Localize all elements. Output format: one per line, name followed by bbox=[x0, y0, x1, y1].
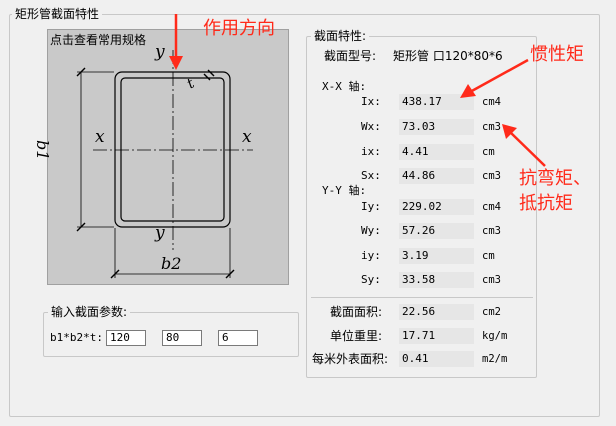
dimension-label-b2: b2 bbox=[161, 254, 182, 273]
input-params-label: b1*b2*t: bbox=[50, 331, 103, 344]
yy-axis-header: Y-Y 轴: bbox=[322, 184, 367, 197]
sx-value: 44.86 bbox=[399, 168, 474, 184]
area-label: 截面面积: bbox=[330, 305, 383, 319]
weight-label: 单位重里: bbox=[330, 329, 383, 343]
iy-unit: cm4 bbox=[482, 201, 501, 213]
sx-label: Sx: bbox=[361, 169, 381, 182]
annotation-direction: 作用方向 bbox=[203, 18, 275, 39]
sy-unit: cm3 bbox=[482, 274, 501, 286]
axis-label-x-left: x bbox=[95, 127, 105, 147]
annotation-bending-arrow bbox=[502, 124, 546, 167]
radius-x-unit: cm bbox=[482, 146, 495, 158]
tube-outer-outline bbox=[114, 71, 231, 228]
radius-x-label: ix: bbox=[361, 145, 381, 158]
wx-label: Wx: bbox=[361, 120, 381, 133]
weight-value: 17.71 bbox=[399, 328, 474, 344]
radius-y-unit: cm bbox=[482, 250, 495, 262]
annotation-bending-2: 抵抗矩 bbox=[519, 193, 573, 214]
xx-axis-header: X-X 轴: bbox=[322, 80, 367, 93]
wx-value: 73.03 bbox=[399, 119, 474, 135]
axis-label-y-top: y bbox=[155, 42, 165, 62]
properties-group-title: 截面特性: bbox=[311, 29, 370, 43]
iy-label: Iy: bbox=[361, 200, 381, 213]
wx-unit: cm3 bbox=[482, 121, 501, 133]
wy-value: 57.26 bbox=[399, 223, 474, 239]
b1-input[interactable]: 120 bbox=[106, 330, 146, 346]
ix-label: Ix: bbox=[361, 95, 381, 108]
iy-value: 229.02 bbox=[399, 199, 474, 215]
surface-area-unit: m2/m bbox=[482, 353, 508, 365]
t-input[interactable]: 6 bbox=[218, 330, 258, 346]
tube-inner-outline bbox=[120, 77, 225, 222]
b2-input[interactable]: 80 bbox=[162, 330, 202, 346]
wy-label: Wy: bbox=[361, 224, 381, 237]
surface-area-value: 0.41 bbox=[399, 351, 474, 367]
weight-unit: kg/m bbox=[482, 330, 508, 342]
annotation-direction-arrow bbox=[169, 14, 183, 70]
dimension-label-b1: b1 bbox=[33, 140, 52, 161]
radius-y-value: 3.19 bbox=[399, 248, 474, 264]
axis-label-x-right: x bbox=[242, 127, 252, 147]
annotation-inertia-arrow bbox=[460, 58, 529, 98]
properties-divider bbox=[311, 297, 533, 298]
axis-label-y-bottom: y bbox=[155, 223, 165, 243]
section-type-label: 截面型号: bbox=[324, 49, 377, 63]
section-properties-group-title: 矩形管截面特性 bbox=[12, 7, 103, 21]
sy-value: 33.58 bbox=[399, 272, 474, 288]
view-common-specs-button[interactable]: 点击查看常用规格 bbox=[50, 33, 146, 47]
surface-area-label: 每米外表面积: bbox=[312, 352, 389, 366]
area-unit: cm2 bbox=[482, 306, 501, 318]
radius-y-label: iy: bbox=[361, 249, 381, 262]
wy-unit: cm3 bbox=[482, 225, 501, 237]
sx-unit: cm3 bbox=[482, 170, 501, 182]
area-value: 22.56 bbox=[399, 304, 474, 320]
sy-label: Sy: bbox=[361, 273, 381, 286]
input-params-title: 输入截面参数: bbox=[48, 305, 131, 319]
radius-x-value: 4.41 bbox=[399, 144, 474, 160]
annotation-inertia: 惯性矩 bbox=[530, 44, 584, 65]
